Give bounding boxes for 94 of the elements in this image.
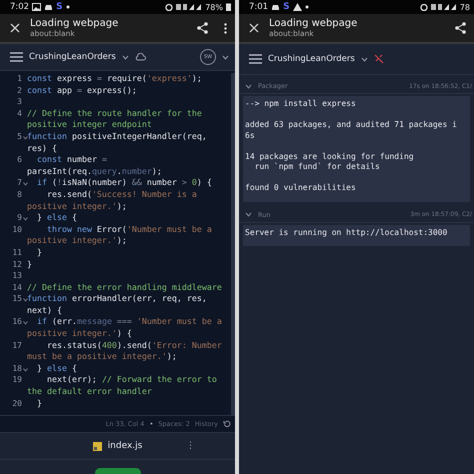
car-icon xyxy=(271,3,280,11)
line-number: 19 xyxy=(12,374,22,386)
code-text: res.send('Success! Number is a xyxy=(46,188,197,199)
gallery-icon xyxy=(32,3,42,11)
signal-icon xyxy=(430,3,457,11)
close-icon[interactable] xyxy=(10,23,20,33)
app-letter: S xyxy=(283,2,290,12)
line-number: 8 xyxy=(17,188,22,201)
line-number: 10 xyxy=(12,224,22,236)
fold-icon[interactable] xyxy=(23,136,28,140)
code-text: } xyxy=(27,258,32,268)
car-icon xyxy=(44,3,54,11)
code-text: positive integer endpoint xyxy=(27,119,152,130)
share-icon[interactable] xyxy=(197,22,208,34)
line-number: 4 xyxy=(17,108,22,120)
line-number: 7 xyxy=(17,177,22,189)
line-number: 18 xyxy=(12,362,22,374)
warning-icon xyxy=(292,3,302,11)
code-text: if (!isNaN(number) && number > 0) { xyxy=(36,177,212,188)
line-number: 3 xyxy=(17,96,22,108)
code-text: parseInt(req.query.number); xyxy=(27,166,162,176)
status-time: 7:02 xyxy=(10,2,30,12)
fold-icon[interactable] xyxy=(23,368,28,372)
line-number: 11 xyxy=(12,246,22,258)
code-text: must be a positive integer.'); xyxy=(27,351,177,362)
code-text: // Define the error handling middleware xyxy=(27,282,222,292)
line-number: 12 xyxy=(12,258,22,270)
code-text: positive integer.'); xyxy=(27,235,127,246)
file-tab[interactable]: index.js xyxy=(108,441,142,451)
code-text: } xyxy=(36,246,42,257)
fold-icon[interactable] xyxy=(23,217,28,222)
code-text: } else { xyxy=(36,212,77,222)
signal-icon xyxy=(176,3,202,11)
line-number: 6 xyxy=(17,154,22,166)
file-menu[interactable]: ⋮ xyxy=(186,441,195,451)
code-text: next(err); // Forward the error to xyxy=(46,374,217,384)
more-icon[interactable] xyxy=(224,22,227,34)
code-text: positive integer.'); xyxy=(27,200,127,211)
chevron-down-icon[interactable] xyxy=(122,54,129,60)
code-text: res.status(400).send('Error: Number xyxy=(46,340,222,350)
fold-icon[interactable] xyxy=(23,298,28,302)
close-icon[interactable] xyxy=(249,23,259,33)
chevron-icon[interactable] xyxy=(245,212,252,217)
code-text: const app = express(); xyxy=(27,84,137,95)
dot-icon xyxy=(66,5,70,9)
code-text: } else { xyxy=(36,362,77,373)
code-text: const number = xyxy=(36,154,107,164)
line-number: 13 xyxy=(12,270,22,282)
page-title: Loading webpage xyxy=(30,18,120,29)
page-title: Loading webpage xyxy=(269,18,358,29)
code-text: function errorHandler(err, req, res, xyxy=(27,293,207,304)
cloud-icon xyxy=(134,53,146,61)
line-number: 15 xyxy=(12,293,22,305)
code-text: the default error handler xyxy=(27,386,152,396)
menu-icon[interactable] xyxy=(10,52,23,62)
app-letter: S xyxy=(56,2,63,12)
code-text: next) { xyxy=(27,304,62,315)
chevron-icon[interactable] xyxy=(245,84,252,88)
code-text: } xyxy=(36,398,42,408)
line-number: 20 xyxy=(12,398,22,410)
scrollbar[interactable] xyxy=(231,73,235,415)
share-icon[interactable] xyxy=(455,22,466,34)
code-text: // Define the route handler for the xyxy=(27,108,202,118)
menu-icon[interactable] xyxy=(249,54,262,64)
code-text: if (err.message === 'Number must be a xyxy=(36,316,222,326)
line-number: 17 xyxy=(12,340,22,352)
battery-level: 78 xyxy=(460,2,470,12)
line-number: 9 xyxy=(17,212,22,224)
code-text: throw new Error('Number must be a xyxy=(46,224,212,234)
line-number: 1 xyxy=(17,73,22,85)
chevron-down-icon[interactable] xyxy=(222,54,229,60)
disconnected-icon xyxy=(374,54,384,64)
project-name[interactable]: CrushingLeanOrders xyxy=(29,52,116,62)
chevron-down-icon[interactable] xyxy=(360,56,368,62)
line-number: 2 xyxy=(17,84,22,96)
project-name[interactable]: CrushingLeanOrders xyxy=(268,54,355,64)
status-time: 7:01 xyxy=(249,2,268,12)
dot-icon xyxy=(304,5,309,9)
javascript-file-icon xyxy=(92,442,102,450)
code-text: function positiveIntegerHandler(req, xyxy=(27,130,207,141)
history-icon[interactable] xyxy=(223,420,231,428)
line-number: 16 xyxy=(12,316,22,328)
action-button[interactable] xyxy=(94,468,140,474)
console-output: Server is running on http://localhost:3000 xyxy=(243,224,470,246)
line-number: 14 xyxy=(12,282,22,294)
code-text: res) { xyxy=(27,142,57,153)
fold-icon[interactable] xyxy=(23,182,28,186)
battery-level: 78% xyxy=(205,2,223,12)
console-output: --> npm install express added 63 packages, and audited 71 packages i 6s 14 packages are looking for funding run `npm fund` for details found 0 vulnerabilities xyxy=(243,96,470,202)
code-text: positive integer.') { xyxy=(27,328,132,338)
line-number: 5 xyxy=(17,130,22,143)
battery-icon xyxy=(226,3,231,11)
code-text: const express = require('express'); xyxy=(27,73,202,83)
fold-icon[interactable] xyxy=(23,321,28,326)
